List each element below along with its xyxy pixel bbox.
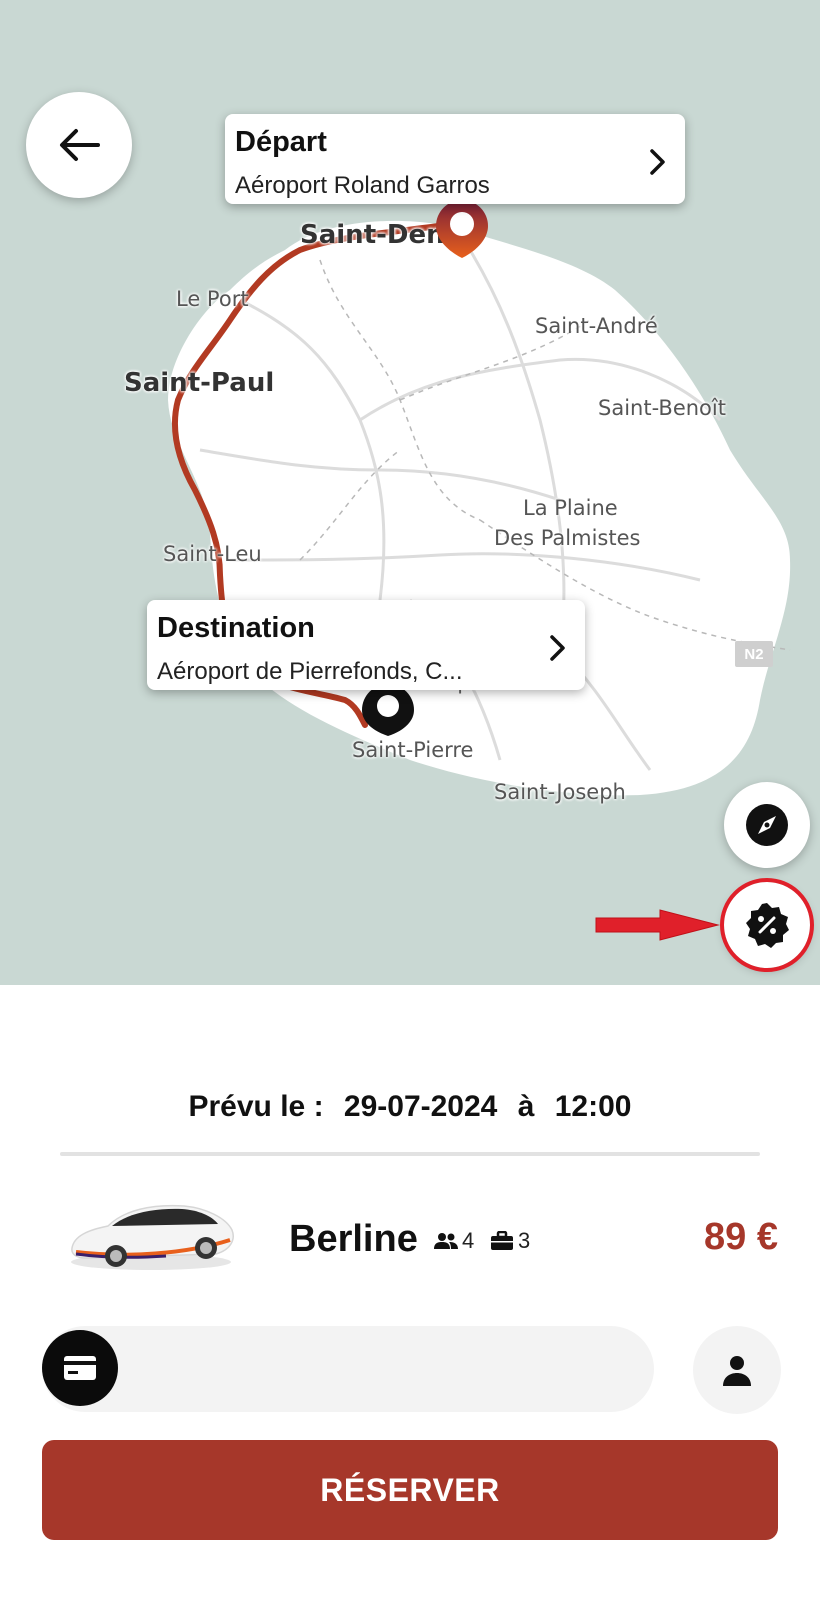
luggage-capacity: 3 bbox=[490, 1228, 530, 1254]
credit-card-icon bbox=[64, 1356, 96, 1380]
car-image bbox=[71, 1204, 234, 1270]
map-view[interactable]: Saint-Den Le Port Saint-Paul Saint-André… bbox=[0, 0, 820, 985]
suitcase-icon bbox=[491, 1231, 513, 1250]
luggage-count: 3 bbox=[518, 1228, 531, 1253]
annotation-overlay bbox=[595, 878, 814, 972]
user-icon bbox=[723, 1356, 751, 1386]
passenger-count: 4 bbox=[462, 1228, 475, 1253]
vehicle-name: Berline bbox=[289, 1218, 418, 1260]
schedule-row[interactable]: Prévu le : 29-07-2024 à 12:00 bbox=[0, 1090, 820, 1124]
payment-icon-button[interactable] bbox=[42, 1330, 118, 1406]
vehicle-price: 89 € bbox=[704, 1216, 778, 1258]
divider bbox=[60, 1152, 760, 1156]
reserve-button[interactable]: RÉSERVER bbox=[42, 1440, 778, 1540]
people-icon bbox=[434, 1233, 458, 1249]
schedule-at: à bbox=[517, 1090, 535, 1123]
passenger-capacity: 4 bbox=[434, 1228, 474, 1254]
schedule-date: 29-07-2024 bbox=[343, 1090, 498, 1123]
schedule-time: 12:00 bbox=[554, 1090, 632, 1123]
passenger-button[interactable] bbox=[693, 1326, 781, 1414]
schedule-label: Prévu le : bbox=[188, 1090, 324, 1123]
payment-method-field[interactable] bbox=[42, 1326, 654, 1412]
